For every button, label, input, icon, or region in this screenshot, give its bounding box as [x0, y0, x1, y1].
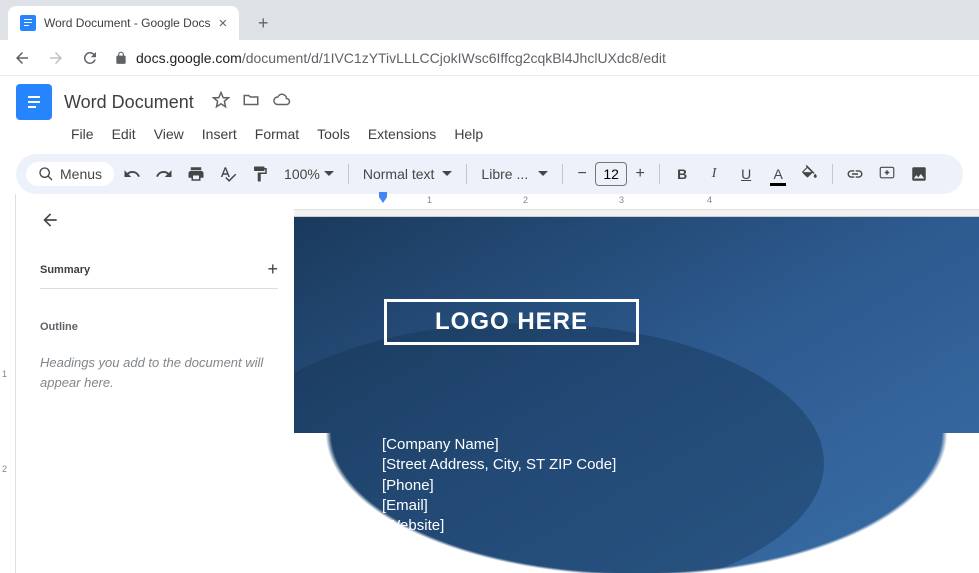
insert-link-button[interactable]	[841, 160, 869, 188]
toolbar: Menus 100% Normal text Libre ... − 12 + …	[16, 154, 963, 194]
menu-help[interactable]: Help	[447, 122, 490, 146]
chevron-down-icon	[538, 169, 548, 179]
undo-button[interactable]	[118, 160, 146, 188]
zoom-select[interactable]: 100%	[278, 166, 340, 182]
horizontal-ruler[interactable]: 1 2 3 4	[294, 194, 979, 210]
url-bar[interactable]: docs.google.com/document/d/1IVC1zYTivLLL…	[114, 50, 666, 66]
outline-hint: Headings you add to the document will ap…	[40, 353, 278, 392]
document-title[interactable]: Word Document	[64, 92, 194, 113]
chevron-down-icon	[324, 169, 334, 179]
menu-edit[interactable]: Edit	[105, 122, 143, 146]
font-family-select[interactable]: Libre ...	[475, 166, 554, 182]
address-bar: docs.google.com/document/d/1IVC1zYTivLLL…	[0, 40, 979, 76]
increase-font-button[interactable]: +	[629, 163, 651, 185]
menu-file[interactable]: File	[64, 122, 101, 146]
menu-view[interactable]: View	[147, 122, 191, 146]
italic-button[interactable]: I	[700, 160, 728, 188]
search-menus-button[interactable]: Menus	[26, 162, 114, 186]
print-button[interactable]	[182, 160, 210, 188]
highlight-color-button[interactable]	[796, 160, 824, 188]
new-tab-button[interactable]: +	[249, 9, 277, 37]
letterhead-header: LOGO HERE [Company Name] [Street Address…	[294, 217, 979, 573]
document-page[interactable]: LOGO HERE [Company Name] [Street Address…	[294, 216, 979, 573]
paragraph-style-select[interactable]: Normal text	[357, 166, 459, 182]
ruler-indent-marker[interactable]	[376, 192, 390, 206]
docs-favicon	[20, 15, 36, 31]
url-domain: docs.google.com	[136, 50, 242, 66]
collapse-outline-button[interactable]	[40, 210, 278, 235]
vertical-ruler: 1 2	[0, 194, 16, 573]
search-icon	[38, 166, 54, 182]
spellcheck-button[interactable]	[214, 160, 242, 188]
underline-button[interactable]: U	[732, 160, 760, 188]
lock-icon	[114, 51, 128, 65]
redo-button[interactable]	[150, 160, 178, 188]
summary-label: Summary	[40, 264, 90, 276]
star-icon[interactable]	[212, 91, 230, 114]
add-summary-button[interactable]: +	[267, 259, 278, 280]
tab-title: Word Document - Google Docs	[44, 16, 211, 30]
cloud-status-icon[interactable]	[272, 91, 292, 114]
menu-extensions[interactable]: Extensions	[361, 122, 443, 146]
docs-logo-icon[interactable]	[16, 84, 52, 120]
menu-tools[interactable]: Tools	[310, 122, 357, 146]
back-button[interactable]	[12, 49, 32, 67]
decrease-font-button[interactable]: −	[571, 163, 593, 185]
reload-button[interactable]	[80, 49, 100, 67]
browser-tab-strip: Word Document - Google Docs × +	[0, 0, 979, 40]
outline-label: Outline	[40, 321, 278, 333]
docs-header: Word Document File Edit View Insert Form…	[0, 76, 979, 146]
add-comment-button[interactable]	[873, 160, 901, 188]
paint-format-button[interactable]	[246, 160, 274, 188]
move-icon[interactable]	[242, 91, 260, 114]
main-area: 1 2 Summary + Outline Headings you add t…	[0, 194, 979, 573]
document-area: 1 2 3 4 LOGO HERE [Company Name] [Street…	[294, 194, 979, 573]
font-size-control: − 12 +	[571, 162, 651, 186]
bold-button[interactable]: B	[668, 160, 696, 188]
font-size-input[interactable]: 12	[595, 162, 627, 186]
browser-tab[interactable]: Word Document - Google Docs ×	[8, 6, 239, 40]
forward-button[interactable]	[46, 49, 66, 67]
menu-bar: File Edit View Insert Format Tools Exten…	[64, 122, 963, 146]
close-icon[interactable]: ×	[219, 15, 228, 32]
url-path: /document/d/1IVC1zYTivLLLCCjokIWsc6Iffcg…	[242, 50, 666, 66]
summary-section: Summary +	[40, 259, 278, 289]
outline-panel: Summary + Outline Headings you add to th…	[16, 194, 294, 573]
menu-format[interactable]: Format	[248, 122, 306, 146]
logo-placeholder[interactable]: LOGO HERE	[384, 299, 639, 345]
menu-insert[interactable]: Insert	[195, 122, 244, 146]
chevron-down-icon	[442, 169, 452, 179]
insert-image-button[interactable]	[905, 160, 933, 188]
text-color-button[interactable]: A	[764, 160, 792, 188]
